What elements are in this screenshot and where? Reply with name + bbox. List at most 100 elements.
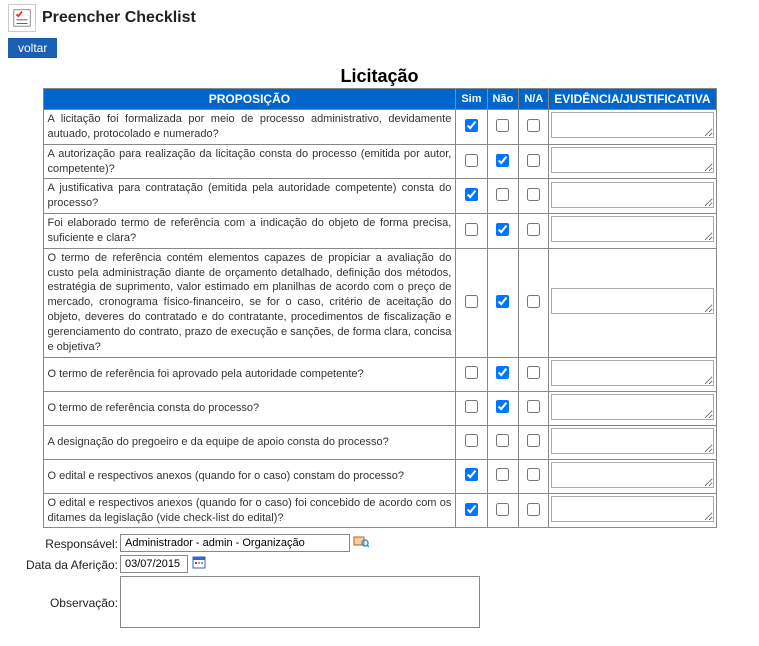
observacao-label: Observação: <box>2 576 120 610</box>
evidencia-input[interactable] <box>551 428 713 454</box>
na-cell <box>519 144 549 179</box>
na-checkbox[interactable] <box>527 154 540 167</box>
na-checkbox[interactable] <box>527 503 540 516</box>
na-cell <box>519 214 549 249</box>
nao-checkbox[interactable] <box>496 295 509 308</box>
nao-checkbox[interactable] <box>496 366 509 379</box>
proposicao-text: A licitação foi formalizada por meio de … <box>43 110 456 145</box>
evidencia-input[interactable] <box>551 147 713 173</box>
table-row: A justificativa para contratação (emitid… <box>43 179 716 214</box>
table-row: A licitação foi formalizada por meio de … <box>43 110 716 145</box>
sim-cell <box>456 110 487 145</box>
proposicao-text: O edital e respectivos anexos (quando fo… <box>43 459 456 493</box>
sim-checkbox[interactable] <box>465 119 478 132</box>
na-checkbox[interactable] <box>527 223 540 236</box>
evidencia-input[interactable] <box>551 394 713 420</box>
na-checkbox[interactable] <box>527 295 540 308</box>
table-row: A autorização para realização da licitaç… <box>43 144 716 179</box>
sim-cell <box>456 248 487 357</box>
nao-cell <box>487 248 519 357</box>
evidencia-input[interactable] <box>551 216 713 242</box>
evidencia-input[interactable] <box>551 112 713 138</box>
checklist-table: PROPOSIÇÃO Sim Não N/A EVIDÊNCIA/JUSTIFI… <box>43 88 717 528</box>
na-checkbox[interactable] <box>527 468 540 481</box>
nao-cell <box>487 391 519 425</box>
sim-checkbox[interactable] <box>465 295 478 308</box>
sim-cell <box>456 357 487 391</box>
evidencia-cell <box>549 493 716 528</box>
sim-checkbox[interactable] <box>465 434 478 447</box>
sim-cell <box>456 425 487 459</box>
col-nao: Não <box>487 89 519 110</box>
na-cell <box>519 110 549 145</box>
proposicao-text: A designação do pregoeiro e da equipe de… <box>43 425 456 459</box>
nao-cell <box>487 110 519 145</box>
page-title: Preencher Checklist <box>42 9 196 27</box>
table-row: O termo de referência contém elementos c… <box>43 248 716 357</box>
nao-checkbox[interactable] <box>496 400 509 413</box>
nao-cell <box>487 425 519 459</box>
responsavel-input[interactable] <box>120 534 350 552</box>
evidencia-cell <box>549 391 716 425</box>
col-na: N/A <box>519 89 549 110</box>
evidencia-input[interactable] <box>551 462 713 488</box>
lookup-icon[interactable] <box>353 534 369 548</box>
evidencia-input[interactable] <box>551 496 713 522</box>
sim-checkbox[interactable] <box>465 400 478 413</box>
col-sim: Sim <box>456 89 487 110</box>
nao-checkbox[interactable] <box>496 188 509 201</box>
na-cell <box>519 459 549 493</box>
nao-checkbox[interactable] <box>496 468 509 481</box>
evidencia-input[interactable] <box>551 360 713 386</box>
sim-checkbox[interactable] <box>465 223 478 236</box>
back-button[interactable]: voltar <box>8 38 57 58</box>
na-cell <box>519 493 549 528</box>
na-cell <box>519 391 549 425</box>
evidencia-cell <box>549 144 716 179</box>
evidencia-cell <box>549 425 716 459</box>
table-row: Foi elaborado termo de referência com a … <box>43 214 716 249</box>
nao-checkbox[interactable] <box>496 119 509 132</box>
na-cell <box>519 179 549 214</box>
sim-checkbox[interactable] <box>465 468 478 481</box>
evidencia-input[interactable] <box>551 288 713 314</box>
nao-checkbox[interactable] <box>496 223 509 236</box>
na-checkbox[interactable] <box>527 400 540 413</box>
proposicao-text: O termo de referência foi aprovado pela … <box>43 357 456 391</box>
na-cell <box>519 248 549 357</box>
calendar-icon[interactable] <box>192 555 206 569</box>
evidencia-input[interactable] <box>551 182 713 208</box>
nao-cell <box>487 357 519 391</box>
col-evidencia: EVIDÊNCIA/JUSTIFICATIVA <box>549 89 716 110</box>
evidencia-cell <box>549 357 716 391</box>
evidencia-cell <box>549 248 716 357</box>
sim-checkbox[interactable] <box>465 503 478 516</box>
na-checkbox[interactable] <box>527 434 540 447</box>
nao-checkbox[interactable] <box>496 434 509 447</box>
proposicao-text: O termo de referência contém elementos c… <box>43 248 456 357</box>
nao-cell <box>487 493 519 528</box>
sim-cell <box>456 144 487 179</box>
evidencia-cell <box>549 459 716 493</box>
na-checkbox[interactable] <box>527 188 540 201</box>
data-afericao-input[interactable] <box>120 555 188 573</box>
sim-checkbox[interactable] <box>465 366 478 379</box>
proposicao-text: A justificativa para contratação (emitid… <box>43 179 456 214</box>
na-checkbox[interactable] <box>527 119 540 132</box>
col-proposicao: PROPOSIÇÃO <box>43 89 456 110</box>
sim-cell <box>456 214 487 249</box>
sim-checkbox[interactable] <box>465 188 478 201</box>
proposicao-text: A autorização para realização da licitaç… <box>43 144 456 179</box>
table-row: O edital e respectivos anexos (quando fo… <box>43 493 716 528</box>
nao-checkbox[interactable] <box>496 154 509 167</box>
nao-checkbox[interactable] <box>496 503 509 516</box>
sim-checkbox[interactable] <box>465 154 478 167</box>
nao-cell <box>487 459 519 493</box>
evidencia-cell <box>549 214 716 249</box>
table-row: A designação do pregoeiro e da equipe de… <box>43 425 716 459</box>
proposicao-text: Foi elaborado termo de referência com a … <box>43 214 456 249</box>
observacao-input[interactable] <box>120 576 480 628</box>
nao-cell <box>487 214 519 249</box>
data-afericao-label: Data da Aferição: <box>2 555 120 572</box>
na-checkbox[interactable] <box>527 366 540 379</box>
